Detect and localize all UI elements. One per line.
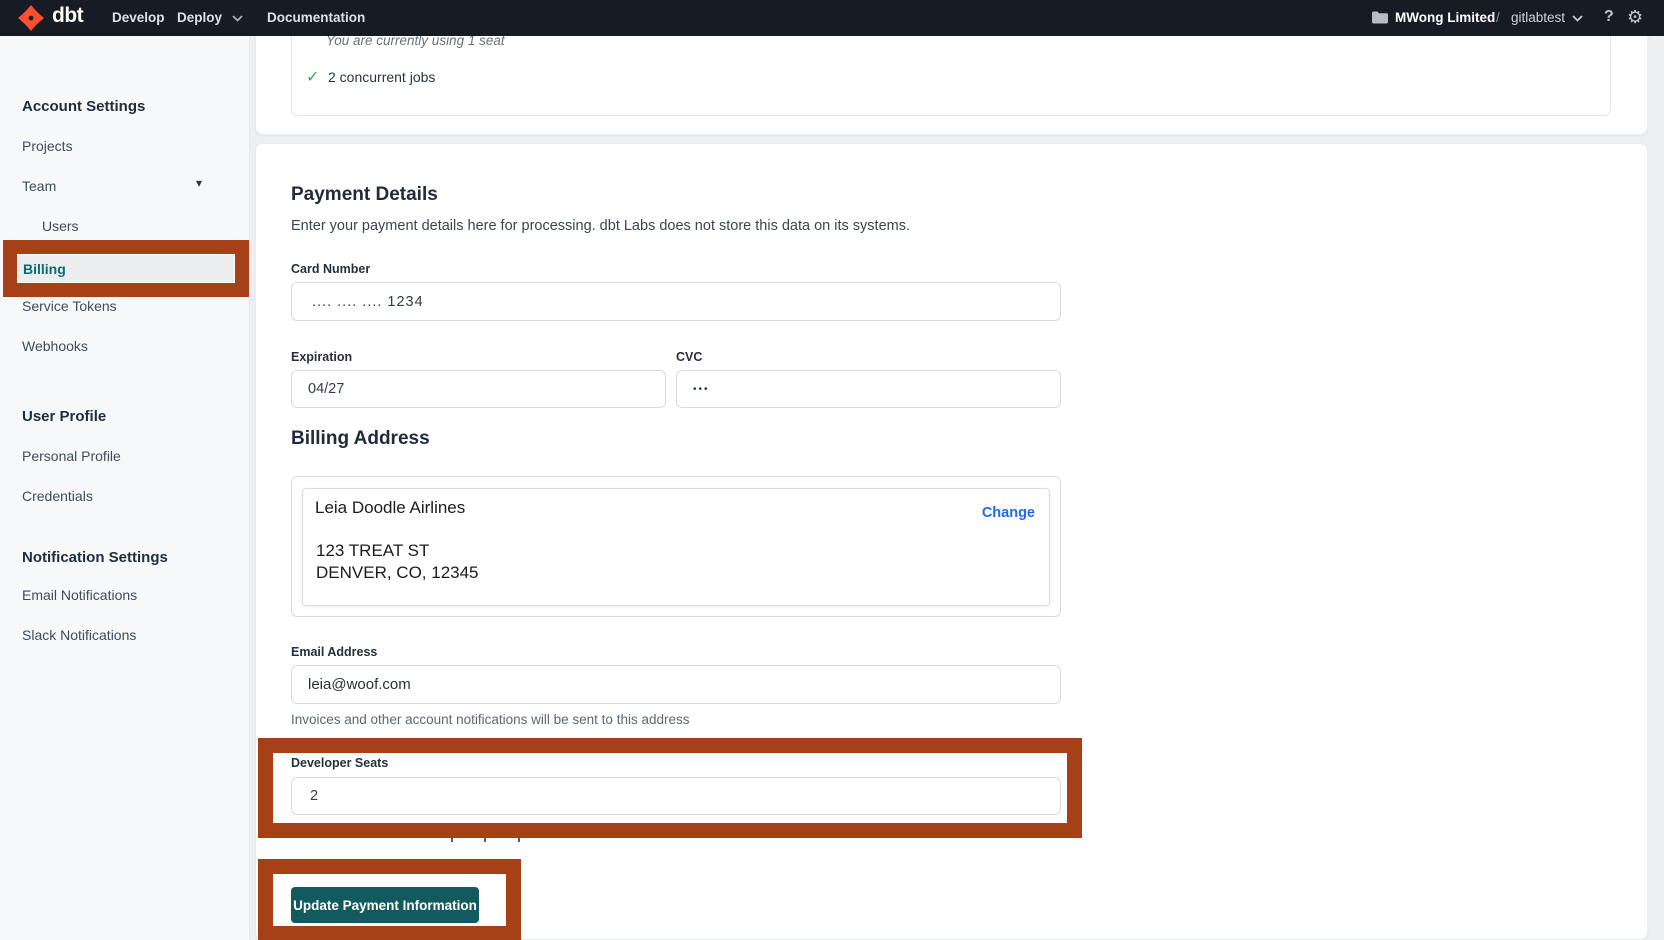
folder-icon xyxy=(1372,11,1388,24)
app-window: dbt Develop Deploy Documentation MWong L… xyxy=(0,0,1664,940)
payment-details-title: Payment Details xyxy=(291,184,438,206)
billing-address-title: Billing Address xyxy=(291,428,430,450)
payment-details-description: Enter your payment details here for proc… xyxy=(291,218,910,234)
payment-details-card: Payment Details Enter your payment detai… xyxy=(255,143,1648,940)
card-number-label: Card Number xyxy=(291,262,370,276)
billing-address-name: Leia Doodle Airlines xyxy=(315,498,465,518)
cvc-label: CVC xyxy=(676,350,702,364)
sidebar-item-slack-notifications[interactable]: Slack Notifications xyxy=(22,627,136,643)
developer-seats-input[interactable]: 2 xyxy=(291,777,1061,815)
sidebar-heading-user-profile: User Profile xyxy=(22,408,106,425)
seat-usage-card: You are currently using 1 seat ✓ 2 concu… xyxy=(255,20,1648,135)
deploy-chevron-down-icon[interactable] xyxy=(232,15,243,22)
annotation-box-billing: Billing xyxy=(3,240,249,297)
cvc-input[interactable]: ••• xyxy=(676,370,1061,408)
dbt-brand-text[interactable]: dbt xyxy=(52,4,83,28)
developer-seats-label: Developer Seats xyxy=(291,756,388,770)
account-name[interactable]: MWong Limited xyxy=(1395,10,1495,25)
sidebar-item-personal-profile[interactable]: Personal Profile xyxy=(22,448,121,464)
top-nav: dbt Develop Deploy Documentation MWong L… xyxy=(0,0,1664,36)
project-selector[interactable]: gitlabtest xyxy=(1511,10,1565,25)
sidebar-item-email-notifications[interactable]: Email Notifications xyxy=(22,587,137,603)
sidebar-heading-notification-settings: Notification Settings xyxy=(22,549,168,566)
billing-address-street: 123 TREAT ST xyxy=(316,541,429,561)
team-chevron-down-icon[interactable]: ▾ xyxy=(196,176,202,190)
help-icon[interactable]: ? xyxy=(1604,8,1614,26)
settings-sidebar: Account Settings Projects Team ▾ Users B… xyxy=(0,36,250,940)
breadcrumb-separator: / xyxy=(1496,10,1500,25)
change-address-link[interactable]: Change xyxy=(982,505,1035,521)
sidebar-item-team[interactable]: Team xyxy=(22,178,56,194)
billing-address-city: DENVER, CO, 12345 xyxy=(316,563,479,583)
email-address-input[interactable]: leia@woof.com xyxy=(291,665,1061,704)
project-chevron-down-icon[interactable] xyxy=(1572,15,1583,22)
sidebar-item-credentials[interactable]: Credentials xyxy=(22,488,93,504)
nav-item-develop[interactable]: Develop xyxy=(112,10,165,25)
sidebar-item-billing-active[interactable]: Billing xyxy=(17,254,235,283)
billing-address-inner-card: Leia Doodle Airlines Change 123 TREAT ST… xyxy=(302,488,1050,606)
sidebar-item-users[interactable]: Users xyxy=(42,218,79,234)
obscured-text-fragment xyxy=(518,838,520,842)
billing-address-box: Leia Doodle Airlines Change 123 TREAT ST… xyxy=(291,476,1061,617)
obscured-text-fragment xyxy=(484,838,486,842)
sidebar-item-webhooks[interactable]: Webhooks xyxy=(22,338,88,354)
expiration-input[interactable]: 04/27 xyxy=(291,370,666,408)
email-helper-text: Invoices and other account notifications… xyxy=(291,712,689,727)
sidebar-item-projects[interactable]: Projects xyxy=(22,138,73,154)
expiration-label: Expiration xyxy=(291,350,352,364)
gear-icon[interactable]: ⚙ xyxy=(1627,7,1643,28)
sidebar-item-billing[interactable]: Billing xyxy=(23,261,66,277)
concurrent-jobs-text: 2 concurrent jobs xyxy=(328,69,435,85)
email-address-label: Email Address xyxy=(291,645,377,659)
check-icon: ✓ xyxy=(306,67,319,87)
dbt-logo-icon[interactable] xyxy=(18,5,44,31)
sidebar-heading-account-settings: Account Settings xyxy=(22,98,145,115)
obscured-text-fragment xyxy=(451,838,453,842)
nav-item-deploy[interactable]: Deploy xyxy=(177,10,222,25)
card-number-input[interactable]: .... .... .... 1234 xyxy=(291,282,1061,321)
nav-item-documentation[interactable]: Documentation xyxy=(267,10,365,25)
update-payment-button[interactable]: Update Payment Information xyxy=(291,887,479,923)
sidebar-item-service-tokens[interactable]: Service Tokens xyxy=(22,298,117,314)
